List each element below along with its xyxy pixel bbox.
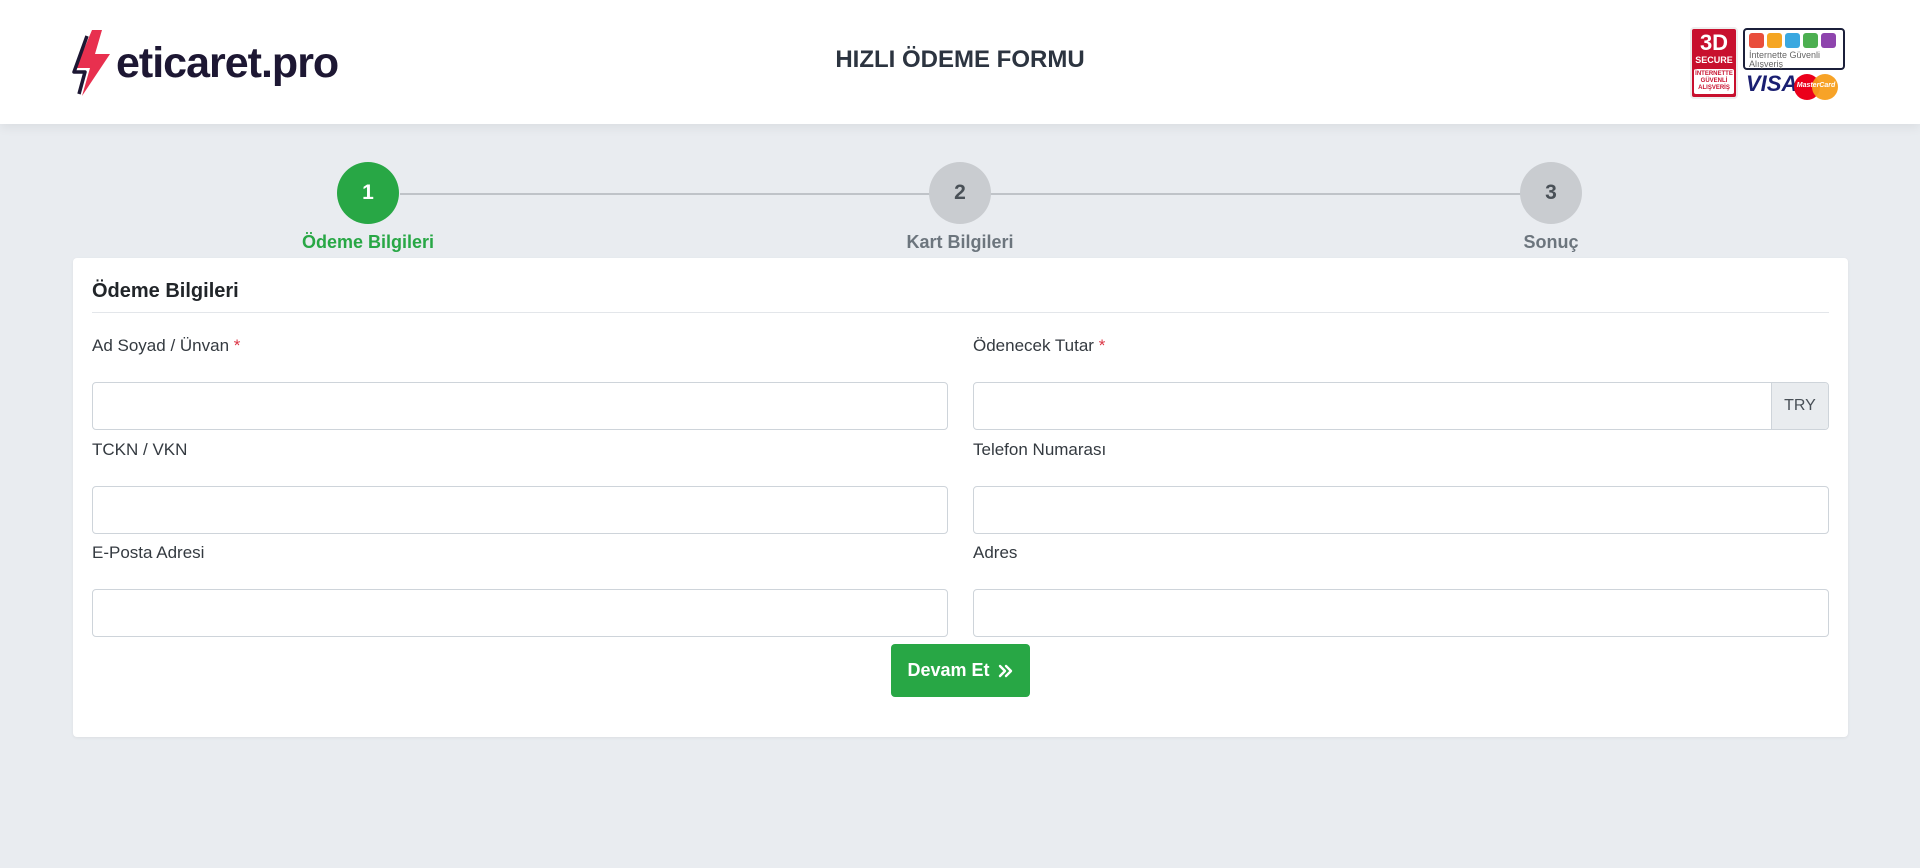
star-icon xyxy=(1821,33,1836,48)
address-label: Adres xyxy=(973,543,1018,562)
step-number: 2 xyxy=(929,162,991,224)
star-icon xyxy=(1803,33,1818,48)
email-label: E-Posta Adresi xyxy=(92,543,205,562)
step-label: Kart Bilgileri xyxy=(906,232,1014,252)
address-field-group: Adres xyxy=(973,541,1829,637)
phone-input[interactable] xyxy=(974,487,1828,533)
step-number: 1 xyxy=(337,162,399,224)
card-title: Ödeme Bilgileri xyxy=(92,280,239,302)
stars-row xyxy=(1745,30,1843,51)
amount-input-group: TRY xyxy=(973,382,1829,430)
amount-input[interactable] xyxy=(974,383,1771,429)
currency-addon: TRY xyxy=(1771,383,1828,429)
payment-form-card: Ödeme Bilgileri Ad Soyad / Ünvan * Ödene… xyxy=(73,258,1848,737)
continue-button-label: Devam Et xyxy=(907,660,990,680)
star-icon xyxy=(1785,33,1800,48)
amount-label: Ödenecek Tutar * xyxy=(973,334,1829,358)
amount-label-text: Ödenecek Tutar xyxy=(973,336,1094,355)
divider xyxy=(92,312,1829,313)
phone-input-wrapper xyxy=(973,486,1829,534)
3d-secure-badge: 3D SECURE İNTERNETTE GÜVENLİ ALIŞVERİŞ xyxy=(1690,27,1738,99)
email-input[interactable] xyxy=(93,590,947,636)
header: eticaret.pro HIZLI ÖDEME FORMU 3D SECURE… xyxy=(0,0,1920,124)
double-chevron-right-icon xyxy=(998,664,1012,677)
phone-label: Telefon Numarası xyxy=(973,440,1107,459)
address-input-wrapper xyxy=(973,589,1829,637)
page-title: HIZLI ÖDEME FORMU xyxy=(835,46,1085,73)
secure-payment-badges: 3D SECURE İNTERNETTE GÜVENLİ ALIŞVERİŞ İ… xyxy=(1690,27,1845,101)
tckn-label: TCKN / VKN xyxy=(92,440,188,459)
name-input[interactable] xyxy=(93,383,947,429)
step-card-info: 2 Kart Bilgileri xyxy=(860,162,1060,253)
name-input-wrapper xyxy=(92,382,948,430)
required-mark: * xyxy=(1098,336,1106,355)
trust-stars-badge: İnternette Güvenli Alışveriş xyxy=(1743,28,1845,70)
3d-secure-badge-small: İNTERNETTE GÜVENLİ ALIŞVERİŞ xyxy=(1694,69,1734,94)
required-mark: * xyxy=(233,336,241,355)
step-label: Sonuç xyxy=(1523,232,1579,252)
mastercard-text: MasterCard xyxy=(1796,82,1836,89)
step-number: 3 xyxy=(1520,162,1582,224)
step-label: Ödeme Bilgileri xyxy=(301,232,435,252)
3d-secure-badge-mid: SECURE xyxy=(1695,55,1733,65)
trust-badge-text: İnternette Güvenli Alışveriş xyxy=(1749,50,1821,69)
email-field-group: E-Posta Adresi xyxy=(92,541,948,637)
star-icon xyxy=(1767,33,1782,48)
email-input-wrapper xyxy=(92,589,948,637)
tckn-field-group: TCKN / VKN xyxy=(92,438,948,534)
name-field-group: Ad Soyad / Ünvan * xyxy=(92,334,948,430)
progress-stepper: 1 Ödeme Bilgileri 2 Kart Bilgileri 3 Son… xyxy=(0,162,1920,252)
visa-logo: VISA xyxy=(1746,71,1798,96)
mastercard-logo: MasterCard xyxy=(1794,74,1838,100)
name-label-text: Ad Soyad / Ünvan xyxy=(92,336,230,355)
step-result: 3 Sonuç xyxy=(1451,162,1651,253)
phone-field-group: Telefon Numarası xyxy=(973,438,1829,534)
step-payment-info: 1 Ödeme Bilgileri xyxy=(268,162,468,253)
name-label: Ad Soyad / Ünvan * xyxy=(92,334,948,358)
continue-button[interactable]: Devam Et xyxy=(891,644,1030,697)
tckn-input[interactable] xyxy=(93,487,947,533)
star-icon xyxy=(1749,33,1764,48)
3d-secure-badge-big: 3D xyxy=(1699,30,1729,55)
tckn-input-wrapper xyxy=(92,486,948,534)
amount-field-group: Ödenecek Tutar * TRY xyxy=(973,334,1829,430)
address-input[interactable] xyxy=(974,590,1828,636)
